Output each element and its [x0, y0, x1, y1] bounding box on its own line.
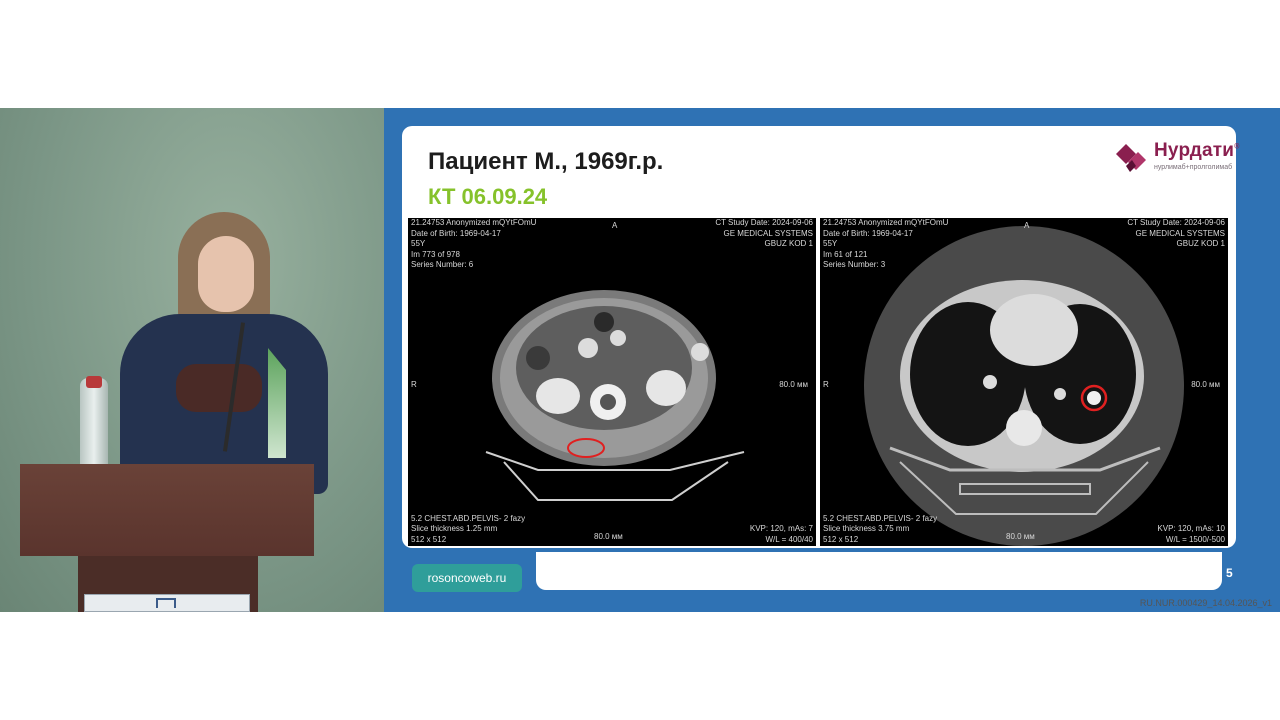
orientation-right: R: [411, 380, 417, 389]
ct-right-bottom-left: 5.2 CHEST.ABD.PELVIS- 2 fazy Slice thick…: [823, 514, 937, 546]
podium: [20, 464, 314, 556]
ct-left-top-right: CT Study Date: 2024-09-06 GE MEDICAL SYS…: [715, 218, 813, 250]
footer-card: [536, 552, 1222, 590]
window-level: W/L = 1500/-500: [1165, 534, 1225, 544]
study-date: CT Study Date: 2024-09-06: [1127, 218, 1225, 227]
ct-right-top-left: 21.24753 Anonymized mQYtFOmU Date of Bir…: [823, 218, 948, 271]
logo-tagline: нурлимаб+пролголимаб: [1154, 164, 1233, 171]
logo-mark-icon: [1116, 144, 1146, 172]
video-frame: Пациент М., 1969г.р. КТ 06.09.24 Нурдати…: [0, 108, 1280, 612]
orientation-anterior: A: [612, 221, 618, 230]
speaker-bow: [176, 364, 262, 412]
image-index: Im 773 of 978: [411, 249, 460, 259]
manufacturer: GE MEDICAL SYSTEMS: [723, 228, 814, 238]
presentation-slide: Пациент М., 1969г.р. КТ 06.09.24 Нурдати…: [384, 108, 1280, 612]
ct-image-abdomen: 21.24753 Anonymized mQYtFOmU Date of Bir…: [408, 218, 816, 546]
brand-logo: Нурдати® нурлимаб+пролголимаб: [1114, 138, 1244, 178]
orientation-anterior: A: [1024, 221, 1030, 230]
manufacturer: GE MEDICAL SYSTEMS: [1135, 228, 1226, 238]
scale-label-right: 80.0 мм: [1191, 380, 1220, 389]
patient-age: 55Y: [411, 239, 426, 248]
orientation-right: R: [823, 380, 829, 389]
date-of-birth: Date of Birth: 1969-04-17: [411, 228, 501, 238]
image-index: Im 61 of 121: [823, 249, 868, 259]
patient-id: 21.24753 Anonymized mQYtFOmU: [411, 218, 537, 227]
scale-label-right: 80.0 мм: [779, 380, 808, 389]
kvp-mas: KVP: 120, mAs: 10: [1157, 524, 1225, 533]
institution: GBUZ KOD 1: [764, 239, 813, 248]
podium-logo-icon: [156, 598, 176, 608]
website-link[interactable]: rosoncoweb.ru: [412, 564, 522, 592]
document-code: RU.NUR.000429_14.04.2026_v1: [1139, 598, 1272, 608]
logo-name: Нурдати®: [1154, 140, 1240, 161]
slide-content-card: Пациент М., 1969г.р. КТ 06.09.24 Нурдати…: [402, 126, 1239, 548]
institution: GBUZ KOD 1: [1176, 239, 1225, 248]
study-date: CT Study Date: 2024-09-06: [715, 218, 813, 227]
series-number: Series Number: 3: [823, 260, 886, 269]
bottle-cap: [86, 376, 102, 388]
ct-left-bottom-left: 5.2 CHEST.ABD.PELVIS- 2 fazy Slice thick…: [411, 514, 525, 546]
slide-subtitle: КТ 06.09.24: [428, 184, 548, 209]
matrix-size: 512 x 512: [411, 534, 447, 544]
slide-footer: rosoncoweb.ru: [402, 552, 1236, 592]
speaker-face: [198, 236, 254, 312]
slide-page-number: 5: [1226, 566, 1233, 580]
ct-right-bottom-right: KVP: 120, mAs: 10 W/L = 1500/-500: [1157, 524, 1225, 545]
water-bottle: [80, 378, 108, 470]
scale-label-bottom: 80.0 мм: [1006, 531, 1035, 541]
patient-age: 55Y: [823, 239, 838, 248]
matrix-size: 512 x 512: [823, 534, 859, 544]
slice-thickness: Slice thickness 1.25 mm: [411, 524, 498, 533]
speaker-video: [0, 108, 384, 612]
ct-left-top-left: 21.24753 Anonymized mQYtFOmU Date of Bir…: [411, 218, 536, 271]
slice-thickness: Slice thickness 3.75 mm: [823, 524, 910, 533]
series-number: Series Number: 6: [411, 260, 474, 269]
ct-right-top-right: CT Study Date: 2024-09-06 GE MEDICAL SYS…: [1127, 218, 1225, 250]
scale-label-bottom: 80.0 мм: [594, 531, 623, 541]
protocol: 5.2 CHEST.ABD.PELVIS- 2 fazy: [411, 513, 526, 523]
window-level: W/L = 400/40: [765, 534, 813, 544]
kvp-mas: KVP: 120, mAs: 7: [749, 524, 813, 533]
ct-image-chest: 21.24753 Anonymized mQYtFOmU Date of Bir…: [820, 218, 1228, 546]
ct-left-bottom-right: KVP: 120, mAs: 7 W/L = 400/40: [750, 524, 813, 545]
patient-id: 21.24753 Anonymized mQYtFOmU: [823, 218, 949, 227]
slide-title: Пациент М., 1969г.р.: [428, 148, 664, 175]
date-of-birth: Date of Birth: 1969-04-17: [823, 228, 913, 238]
protocol: 5.2 CHEST.ABD.PELVIS- 2 fazy: [823, 513, 938, 523]
